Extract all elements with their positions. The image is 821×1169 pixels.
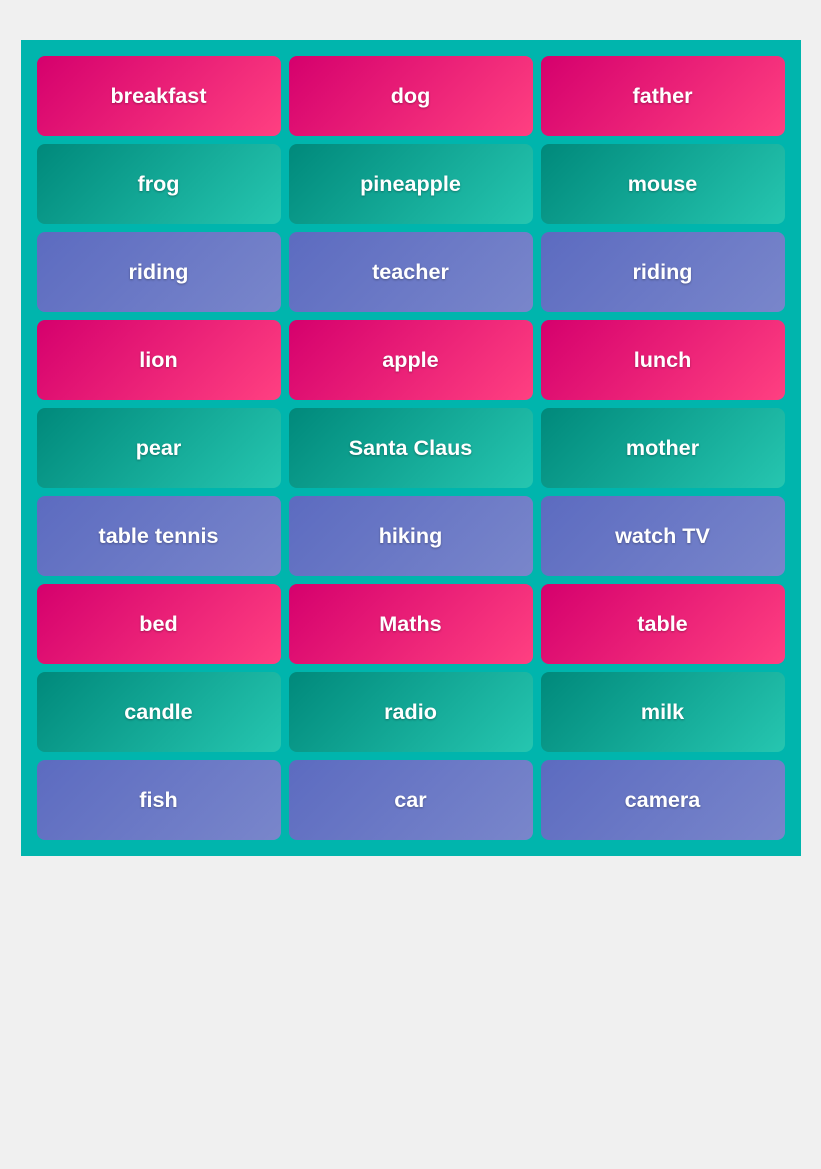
- word-card: mother: [541, 408, 785, 488]
- word-card: frog: [37, 144, 281, 224]
- word-card: hiking: [289, 496, 533, 576]
- word-card: table tennis: [37, 496, 281, 576]
- word-card: father: [541, 56, 785, 136]
- word-card: Maths: [289, 584, 533, 664]
- word-card: apple: [289, 320, 533, 400]
- word-card: teacher: [289, 232, 533, 312]
- word-card: milk: [541, 672, 785, 752]
- word-card: fish: [37, 760, 281, 840]
- word-card: riding: [37, 232, 281, 312]
- word-card: breakfast: [37, 56, 281, 136]
- word-card: mouse: [541, 144, 785, 224]
- word-card: radio: [289, 672, 533, 752]
- word-card: lunch: [541, 320, 785, 400]
- word-card: candle: [37, 672, 281, 752]
- word-card: lion: [37, 320, 281, 400]
- word-card: Santa Claus: [289, 408, 533, 488]
- word-card: pineapple: [289, 144, 533, 224]
- word-card: watch TV: [541, 496, 785, 576]
- word-card: pear: [37, 408, 281, 488]
- word-card-board: breakfastdogfatherfrogpineapplemouseridi…: [21, 40, 801, 856]
- word-card: camera: [541, 760, 785, 840]
- word-card: dog: [289, 56, 533, 136]
- word-card: riding: [541, 232, 785, 312]
- word-card: table: [541, 584, 785, 664]
- word-card: bed: [37, 584, 281, 664]
- word-card: car: [289, 760, 533, 840]
